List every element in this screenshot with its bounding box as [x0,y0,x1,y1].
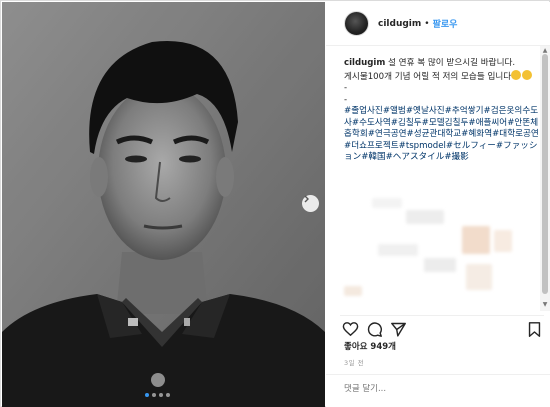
blurred-comments [344,198,534,298]
bookmark-icon[interactable] [526,321,543,338]
scroll-down-arrow-icon[interactable]: ▼ [541,301,549,309]
heart-icon[interactable] [342,321,359,338]
comment-box [326,374,550,407]
blur-block [466,264,492,290]
comment-input[interactable] [344,384,494,394]
caption-line-1: 설 연휴 복 많이 받으시길 바랍니다. [388,58,516,68]
portrait-illustration [2,2,325,407]
blur-block [424,258,456,272]
caption-line-3: - [344,83,348,93]
carousel-dot [152,393,156,397]
like-count[interactable]: 좋아요 949개 [344,340,396,352]
scrollbar-thumb[interactable] [542,54,548,294]
carousel-dot [166,393,170,397]
blur-block [494,230,512,252]
chevron-right-icon [304,195,309,203]
scroll-up-arrow-icon[interactable]: ▲ [541,47,549,55]
avatar[interactable] [344,11,369,36]
blur-block [462,226,490,254]
caption-username[interactable]: cildugim [344,58,385,68]
share-icon[interactable] [390,321,407,338]
next-slide-button[interactable] [302,195,319,212]
caption-line-4: - [344,94,348,105]
caption-hashtags[interactable]: #졸업사진#앨범#옛날사진#추억쌓기#검은옷의수도사#수도사역#김칠두#모델김칠… [344,106,540,164]
sunglasses-emoji-icon [511,69,522,80]
username-link[interactable]: cildugim [378,19,421,29]
carousel-dot-active [145,393,149,397]
blur-block [378,244,418,256]
carousel-indicator [145,393,170,397]
action-bar [340,315,544,339]
comment-icon[interactable] [366,321,383,338]
blur-block [406,210,444,224]
post-modal: cildugim • 팔로우 cildugim 설 연휴 복 많이 받으시길 바… [0,0,550,407]
blur-block [372,198,402,208]
caption-line-2: 게시물100개 기념 어릴 적 저의 모습들 입니다 [344,71,512,82]
grin-emoji-icon [522,69,533,80]
post-timestamp[interactable]: 3일 전 [344,357,364,367]
post-header: cildugim • 팔로우 [326,2,550,46]
separator-dot: • [424,18,430,29]
post-photo[interactable] [2,2,325,407]
post-sidebar: cildugim • 팔로우 cildugim 설 연휴 복 많이 받으시길 바… [326,2,550,407]
carousel-dot [159,393,163,397]
blur-block [344,286,362,296]
follow-button[interactable]: 팔로우 [433,17,458,30]
